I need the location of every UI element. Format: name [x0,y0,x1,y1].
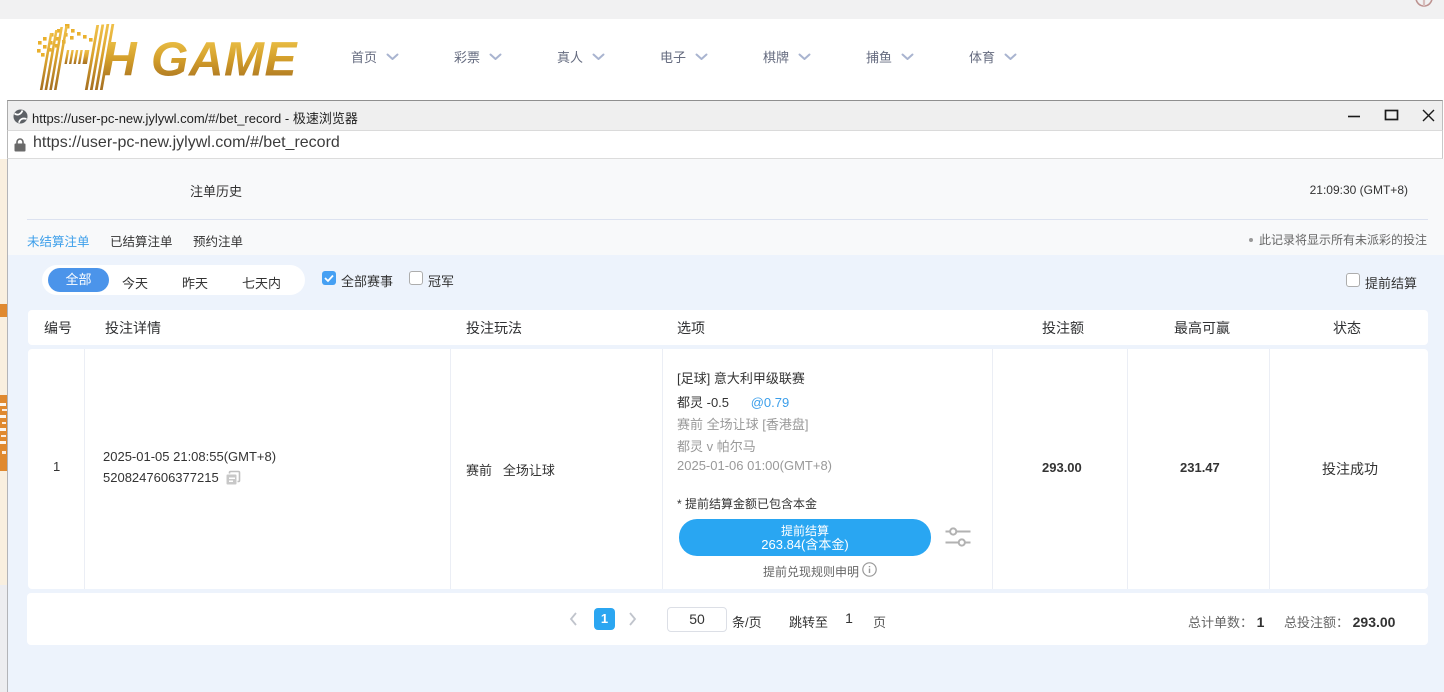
svg-text:H GAME: H GAME [102,34,298,87]
